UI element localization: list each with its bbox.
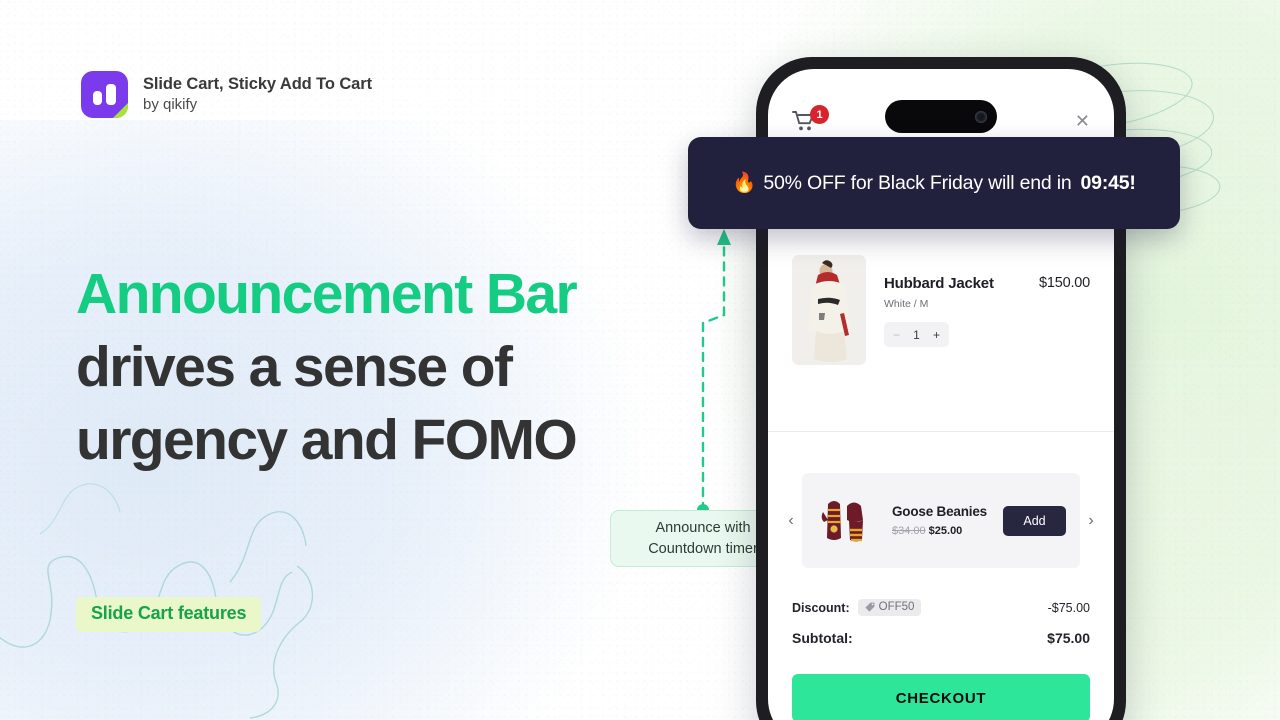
quantity-value: 1 [913,327,920,342]
carousel-prev-icon[interactable]: ‹ [780,512,802,530]
headline-line-3: urgency and FOMO [76,408,578,472]
app-title: Slide Cart, Sticky Add To Cart [143,74,372,93]
quantity-decrease-button[interactable]: − [893,328,900,342]
product-price: $150.00 [1038,275,1090,291]
subtotal-row: Subtotal: $75.00 [792,624,1090,651]
app-developer: by qikify [143,96,198,114]
cart-divider [768,431,1114,432]
quantity-stepper[interactable]: − 1 + [884,322,949,347]
product-variant: White / M [884,298,929,310]
cart-line-item: Hubbard Jacket White / M − 1 + [768,255,1114,381]
headline-accent: Announcement Bar [76,262,578,326]
logo-corner-fold [112,102,128,118]
app-brand-header: Slide Cart, Sticky Add To Cart by qikify [81,71,372,118]
cart-totals: Discount: OFF50 -$75.00 Subtotal: $75.00 [768,594,1114,651]
hubbard-jacket-photo [792,255,866,365]
page-title: Announcement Bar drives a sense of urgen… [76,258,716,477]
promo-banner-canvas: Slide Cart, Sticky Add To Cart by qikify… [0,0,1280,720]
cart-item-count-badge: 1 [810,105,829,124]
logo-bar-large [106,84,116,105]
quantity-increase-button[interactable]: + [933,328,940,342]
add-upsell-button[interactable]: Add [1003,505,1066,536]
upsell-product-card[interactable]: Goose Beanies $34.00 $25.00 Add [802,473,1080,568]
callout-line-2: Countdown timer [648,540,758,557]
discount-amount: -$75.00 [1047,600,1090,615]
carousel-next-icon[interactable]: › [1080,512,1102,530]
cart-button[interactable]: 1 [792,105,829,132]
tag-icon [865,602,875,612]
callout-line-1: Announce with [655,519,751,536]
close-icon[interactable]: ✕ [1075,112,1090,130]
discount-code-text: OFF50 [878,601,915,613]
fire-icon: 🔥 [732,172,757,194]
subtotal-amount: $75.00 [1047,629,1090,646]
discount-code-chip[interactable]: OFF50 [857,599,922,616]
slide-cart-features-badge: Slide Cart features [76,597,262,632]
headline-line-2: drives a sense of [76,335,513,399]
goose-beanies-image [821,500,863,541]
upsell-carousel: ‹ Goose Beanies $34.00 $25.00 Add › [768,473,1114,568]
announcement-bar: 🔥 50% OFF for Black Friday will end in 0… [688,137,1180,229]
product-thumbnail[interactable] [792,255,866,365]
discount-label: Discount: [792,600,850,615]
checkout-button[interactable]: CHECKOUT [792,674,1090,720]
discount-row: Discount: OFF50 -$75.00 [792,594,1090,621]
upsell-original-price: $34.00 [892,525,926,537]
qikify-logo-icon [81,71,128,118]
upsell-product-name: Goose Beanies [892,504,987,519]
upsell-sale-price: $25.00 [928,525,963,537]
logo-bar-small [93,91,102,105]
subtotal-label: Subtotal: [792,629,853,646]
announcement-message: 50% OFF for Black Friday will end in [763,171,1072,194]
countdown-timer: 09:45! [1080,171,1136,194]
